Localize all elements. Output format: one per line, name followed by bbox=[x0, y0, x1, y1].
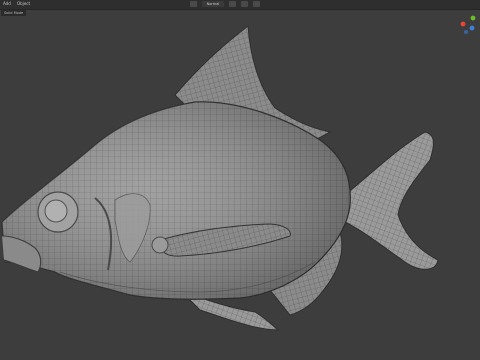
snap-toggle[interactable] bbox=[229, 1, 236, 7]
eye bbox=[44, 199, 68, 223]
menu-object[interactable]: Object bbox=[17, 1, 30, 6]
menu-bar: Add Object bbox=[3, 1, 35, 7]
viewport-tools: Normal bbox=[190, 1, 260, 7]
pectoral-fin-base bbox=[151, 236, 169, 254]
fish-mesh[interactable] bbox=[1, 25, 439, 331]
menu-add[interactable]: Add bbox=[3, 1, 11, 6]
3d-viewport[interactable] bbox=[0, 10, 480, 360]
overlay-button[interactable] bbox=[253, 1, 260, 7]
transform-pivot-button[interactable] bbox=[190, 1, 197, 7]
tail-fin bbox=[344, 131, 439, 270]
shading-dropdown[interactable]: Normal bbox=[202, 1, 224, 7]
proportional-edit-toggle[interactable] bbox=[241, 1, 248, 7]
header-bar: Add Object Normal bbox=[0, 0, 480, 10]
